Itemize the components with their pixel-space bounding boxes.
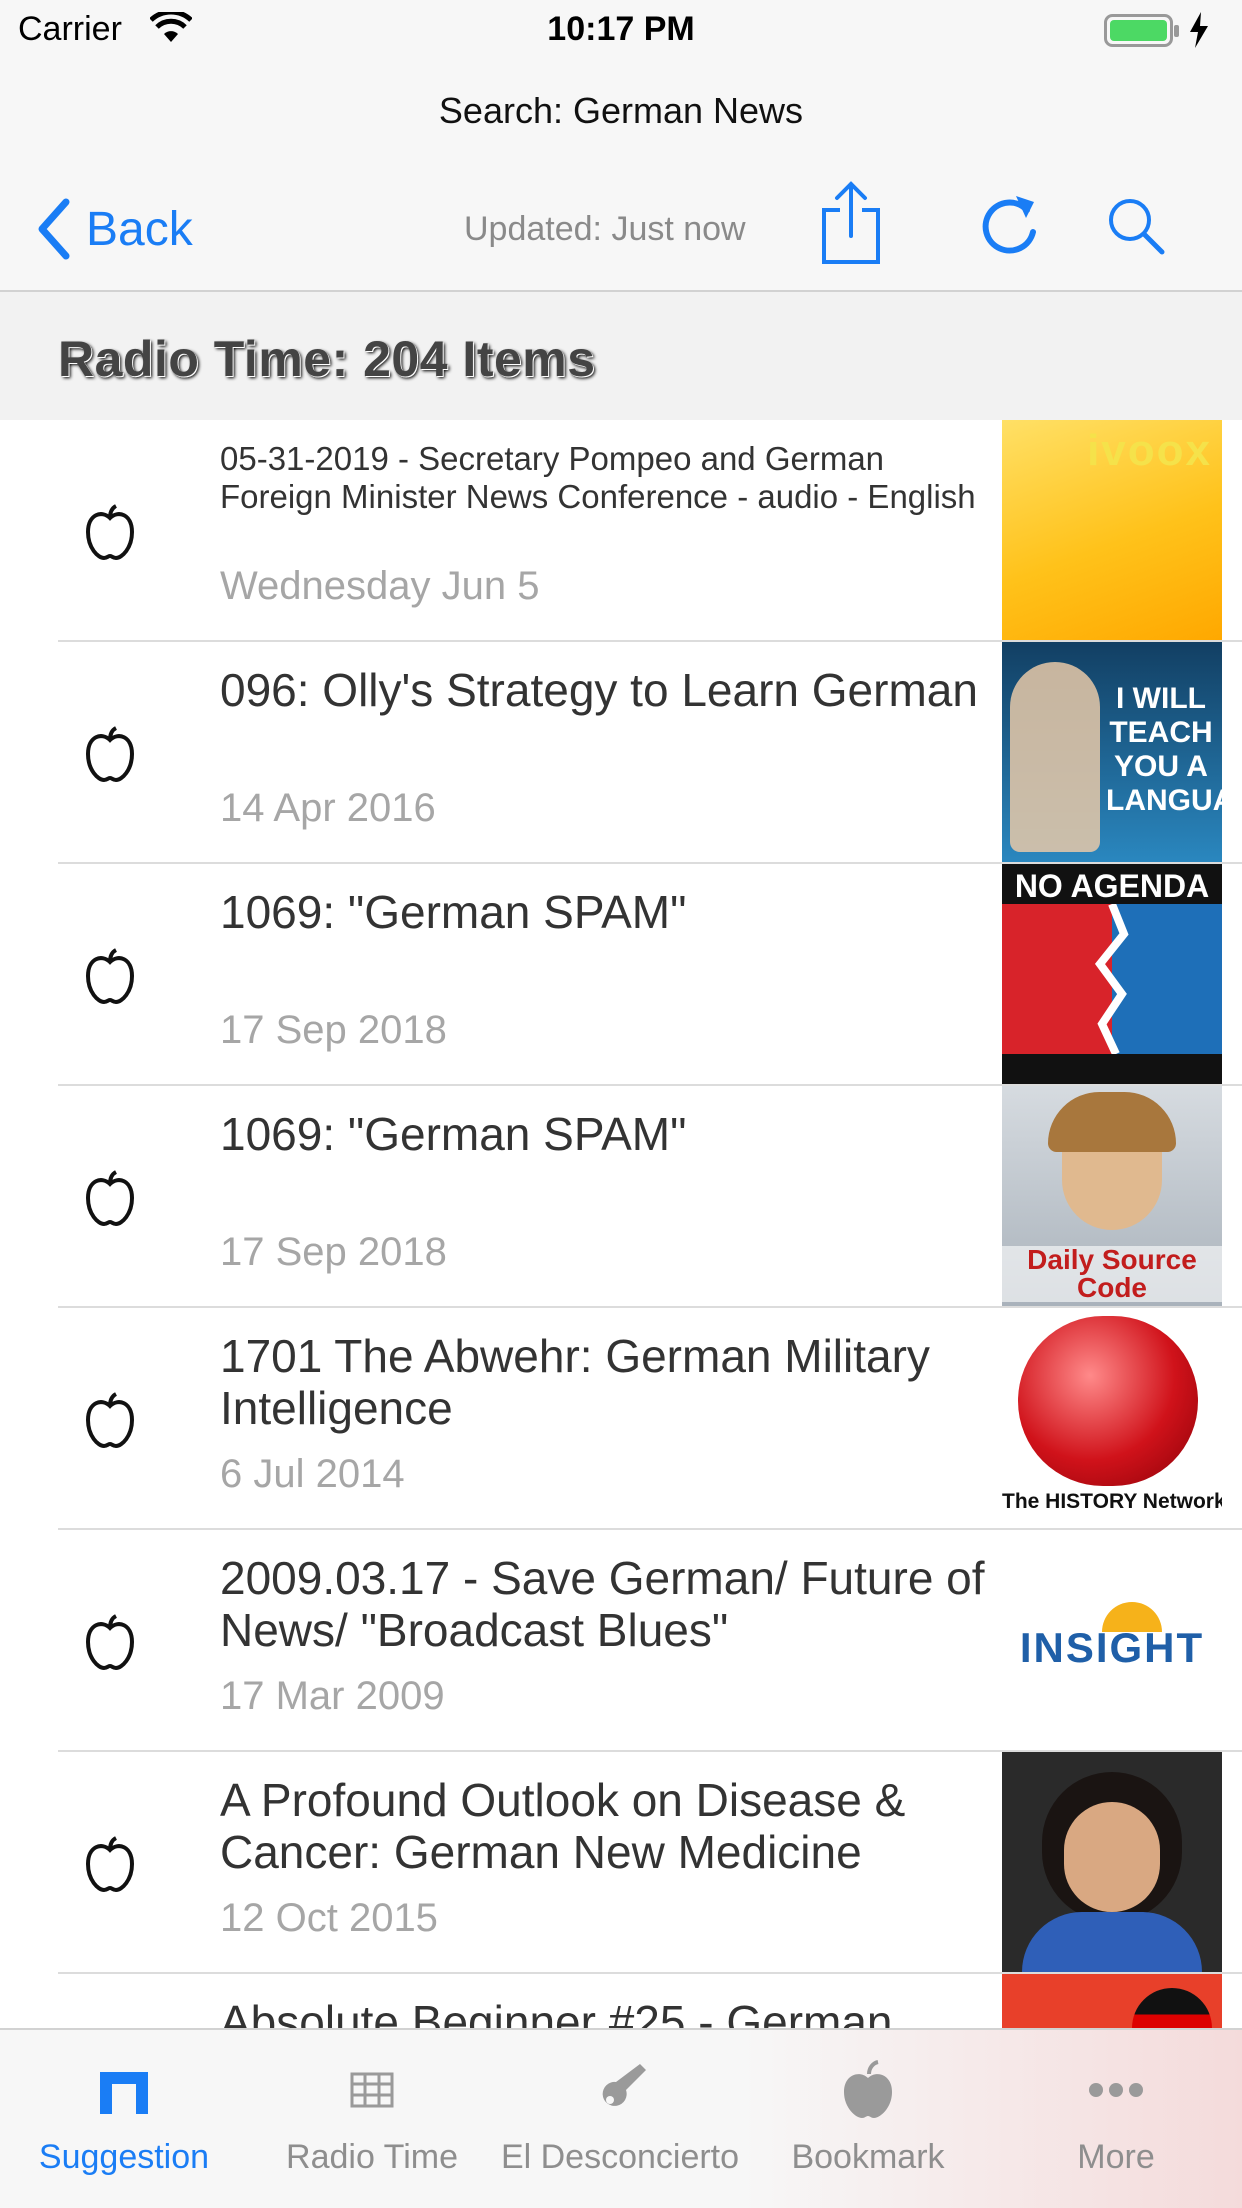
apple-icon bbox=[84, 726, 136, 787]
item-title: 1069: "German SPAM" bbox=[220, 1108, 687, 1160]
item-date: 17 Mar 2009 bbox=[220, 1674, 445, 1718]
result-list[interactable]: 05-31-2019 - Secretary Pompeo and German… bbox=[0, 420, 1242, 2028]
section-header: Radio Time: 204 Items bbox=[0, 292, 1242, 420]
list-item[interactable]: A Profound Outlook on Disease & Cancer: … bbox=[0, 1752, 1242, 1974]
tab-bookmark[interactable]: Bookmark bbox=[744, 2030, 992, 2208]
item-title: 05-31-2019 - Secretary Pompeo and German… bbox=[220, 440, 976, 515]
podcast-artwork: I WILL TEACH YOU A LANGUAGE bbox=[1002, 642, 1222, 862]
suggestion-icon bbox=[100, 2072, 148, 2114]
guitar-icon bbox=[602, 2064, 646, 2106]
list-item[interactable]: 096: Olly's Strategy to Learn German 14 … bbox=[0, 642, 1242, 864]
podcast-artwork: The HISTORY Network.org bbox=[1002, 1308, 1222, 1528]
item-date: Wednesday Jun 5 bbox=[220, 564, 540, 608]
podcast-artwork: ivoox bbox=[1002, 420, 1222, 640]
item-date: 12 Oct 2015 bbox=[220, 1896, 438, 1940]
list-item[interactable]: 2009.03.17 - Save German/ Future of News… bbox=[0, 1530, 1242, 1752]
item-title: 1069: "German SPAM" bbox=[220, 886, 687, 938]
clock: 10:17 PM bbox=[547, 10, 695, 48]
battery-icon bbox=[1104, 14, 1180, 53]
list-item[interactable]: 1701 The Abwehr: German Military Intelli… bbox=[0, 1308, 1242, 1530]
list-item[interactable]: 05-31-2019 - Secretary Pompeo and German… bbox=[0, 420, 1242, 642]
navigation-bar: Search: German News Back Updated: Just n… bbox=[0, 60, 1242, 292]
item-title: Absolute Beginner #25 - German bbox=[220, 1996, 893, 2028]
search-icon[interactable] bbox=[1106, 196, 1166, 261]
chevron-left-icon bbox=[38, 198, 70, 260]
share-icon[interactable] bbox=[820, 180, 882, 271]
apple-icon bbox=[84, 504, 136, 565]
artwork-text: The HISTORY Network.org bbox=[1002, 1490, 1222, 1513]
list-item[interactable]: Absolute Beginner #25 - German bbox=[0, 1974, 1242, 2028]
back-button[interactable]: Back bbox=[36, 194, 193, 264]
updated-status: Updated: Just now bbox=[464, 210, 746, 248]
apple-icon bbox=[84, 1170, 136, 1231]
artwork-text: NO AGENDA bbox=[1014, 868, 1210, 904]
tab-more[interactable]: More bbox=[992, 2030, 1240, 2208]
item-title: 2009.03.17 - Save German/ Future of News… bbox=[220, 1552, 985, 1656]
podcast-artwork: INSIGHT bbox=[1002, 1530, 1222, 1750]
status-bar: Carrier 10:17 PM bbox=[0, 0, 1242, 60]
item-date: 17 Sep 2018 bbox=[220, 1230, 447, 1274]
refresh-icon[interactable] bbox=[978, 192, 1040, 263]
artwork-text: I WILL TEACH YOU A LANGUAGE bbox=[1106, 682, 1222, 817]
more-icon bbox=[1089, 2083, 1143, 2097]
apple-icon bbox=[84, 948, 136, 1009]
item-title: 1701 The Abwehr: German Military Intelli… bbox=[220, 1330, 930, 1434]
item-date: 17 Sep 2018 bbox=[220, 1008, 447, 1052]
apple-icon bbox=[844, 2060, 892, 2118]
item-date: 14 Apr 2016 bbox=[220, 786, 436, 830]
podcast-artwork: NO AGENDA bbox=[1002, 864, 1222, 1084]
back-label: Back bbox=[86, 202, 193, 256]
artwork-text: Daily Source Code bbox=[1002, 1246, 1222, 1302]
list-item[interactable]: 1069: "German SPAM" 17 Sep 2018 NO AGEND… bbox=[0, 864, 1242, 1086]
item-date: 6 Jul 2014 bbox=[220, 1452, 405, 1496]
tab-el-desconcierto[interactable]: El Desconcierto bbox=[496, 2030, 744, 2208]
podcast-artwork: Daily Source Code bbox=[1002, 1086, 1222, 1306]
apple-icon bbox=[84, 1836, 136, 1897]
podcast-artwork bbox=[1002, 1752, 1222, 1972]
nav-title: Search: German News bbox=[438, 90, 804, 131]
tab-radio-time[interactable]: Radio Time bbox=[248, 2030, 496, 2208]
tab-label: Suggestion bbox=[38, 2138, 210, 2176]
item-title: 096: Olly's Strategy to Learn German bbox=[220, 664, 978, 716]
tab-label: More bbox=[1077, 2138, 1155, 2176]
tab-label: Radio Time bbox=[286, 2138, 458, 2176]
tab-label: Bookmark bbox=[791, 2138, 945, 2176]
grid-icon bbox=[350, 2072, 394, 2108]
item-title: A Profound Outlook on Disease & Cancer: … bbox=[220, 1774, 906, 1878]
artwork-text: ivoox bbox=[1087, 426, 1212, 475]
apple-icon bbox=[84, 1614, 136, 1675]
section-title: Radio Time: 204 Items bbox=[58, 331, 596, 387]
tab-label: El Desconcierto bbox=[500, 2138, 740, 2176]
artwork-text: INSIGHT bbox=[1019, 1624, 1205, 1671]
list-item[interactable]: 1069: "German SPAM" 17 Sep 2018 Daily So… bbox=[0, 1086, 1242, 1308]
apple-icon bbox=[84, 1392, 136, 1453]
tab-suggestion[interactable]: Suggestion bbox=[0, 2030, 248, 2208]
charging-icon bbox=[1188, 12, 1210, 53]
tab-bar: Suggestion Radio Time El Desconcierto Bo… bbox=[0, 2028, 1242, 2208]
podcast-artwork bbox=[1002, 1974, 1222, 2028]
